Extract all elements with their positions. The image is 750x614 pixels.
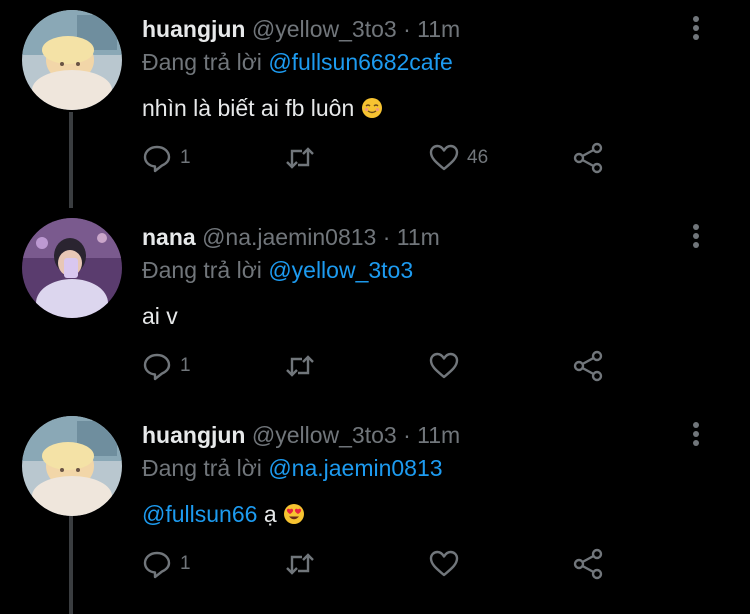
username[interactable]: @yellow_3to3 [252, 422, 397, 448]
action-bar: 1 [140, 348, 620, 384]
avatar[interactable] [22, 416, 122, 516]
tweet-text: nhìn là biết ai fb luôn [142, 93, 383, 126]
like-button[interactable] [427, 348, 461, 384]
avatar-image [22, 416, 122, 516]
reply-prefix: Đang trả lời [142, 257, 262, 283]
like-icon [429, 550, 459, 577]
retweet-button[interactable] [283, 546, 317, 582]
reply-context: Đang trả lời @yellow_3to3 [142, 255, 413, 285]
reply-button[interactable]: 1 [140, 546, 191, 582]
tweet-body: ai v [142, 303, 178, 329]
separator: · [403, 16, 411, 42]
avatar[interactable] [22, 10, 122, 110]
reply-button[interactable]: 1 [140, 348, 191, 384]
reply-count: 1 [180, 147, 191, 168]
reply-mention[interactable]: @yellow_3to3 [268, 257, 413, 283]
more-options-button[interactable] [684, 14, 708, 42]
tweet-text: ai v [142, 301, 178, 331]
display-name[interactable]: nana [142, 224, 196, 250]
timestamp[interactable]: 11m [397, 224, 440, 250]
share-button[interactable] [571, 546, 605, 582]
body-mention[interactable]: @fullsun66 [142, 501, 257, 527]
reply-prefix: Đang trả lời [142, 455, 262, 481]
retweet-icon [286, 355, 314, 377]
share-icon [573, 548, 603, 580]
share-icon [573, 142, 603, 174]
action-bar: 1 [140, 546, 620, 582]
tweet-text: @fullsun66 ạ [142, 499, 305, 532]
separator: · [403, 422, 411, 448]
like-button[interactable]: 46 [427, 140, 488, 176]
reply-mention[interactable]: @na.jaemin0813 [268, 455, 442, 481]
tweet-body: nhìn là biết ai fb luôn [142, 95, 355, 121]
more-options-button[interactable] [684, 222, 708, 250]
reply-prefix: Đang trả lời [142, 49, 262, 75]
tweet-body: ạ [263, 501, 277, 527]
action-bar: 1 46 [140, 140, 620, 176]
like-icon [429, 144, 459, 171]
display-name[interactable]: huangjun [142, 422, 245, 448]
display-name[interactable]: huangjun [142, 16, 245, 42]
avatar[interactable] [22, 218, 122, 318]
retweet-icon [286, 553, 314, 575]
reply-icon [143, 145, 171, 173]
separator: · [382, 224, 391, 250]
relieved-face-emoji [361, 96, 383, 126]
retweet-button[interactable] [283, 348, 317, 384]
reply-icon [143, 551, 171, 579]
tweet-header: huangjun @yellow_3to3 · 11m [142, 14, 460, 44]
share-button[interactable] [571, 348, 605, 384]
reply-context: Đang trả lời @na.jaemin0813 [142, 453, 443, 483]
tweet-3[interactable]: huangjun @yellow_3to3 · 11m Đang trả lời… [0, 406, 750, 602]
tweet-2[interactable]: nana @na.jaemin0813 · 11m Đang trả lời @… [0, 208, 750, 404]
reply-count: 1 [180, 553, 191, 574]
share-icon [573, 350, 603, 382]
tweet-header: huangjun @yellow_3to3 · 11m [142, 420, 460, 450]
reply-icon [143, 353, 171, 381]
like-button[interactable] [427, 546, 461, 582]
timestamp[interactable]: 11m [417, 422, 460, 448]
reply-mention[interactable]: @fullsun6682cafe [268, 49, 452, 75]
timestamp[interactable]: 11m [417, 16, 460, 42]
username[interactable]: @yellow_3to3 [252, 16, 397, 42]
tweet-header: nana @na.jaemin0813 · 11m [142, 222, 440, 252]
like-icon [429, 352, 459, 379]
tweet-1[interactable]: huangjun @yellow_3to3 · 11m Đang trả lời… [0, 0, 750, 196]
heart-eyes-emoji [283, 502, 305, 532]
reply-context: Đang trả lời @fullsun6682cafe [142, 47, 453, 77]
retweet-button[interactable] [283, 140, 317, 176]
retweet-icon [286, 147, 314, 169]
avatar-image [22, 218, 122, 318]
more-options-icon [693, 224, 699, 248]
share-button[interactable] [571, 140, 605, 176]
more-options-button[interactable] [684, 420, 708, 448]
like-count: 46 [467, 147, 489, 168]
reply-count: 1 [180, 355, 191, 376]
reply-button[interactable]: 1 [140, 140, 191, 176]
more-options-icon [693, 422, 699, 446]
more-options-icon [693, 16, 699, 40]
avatar-image [22, 10, 122, 110]
username[interactable]: @na.jaemin0813 [202, 224, 376, 250]
